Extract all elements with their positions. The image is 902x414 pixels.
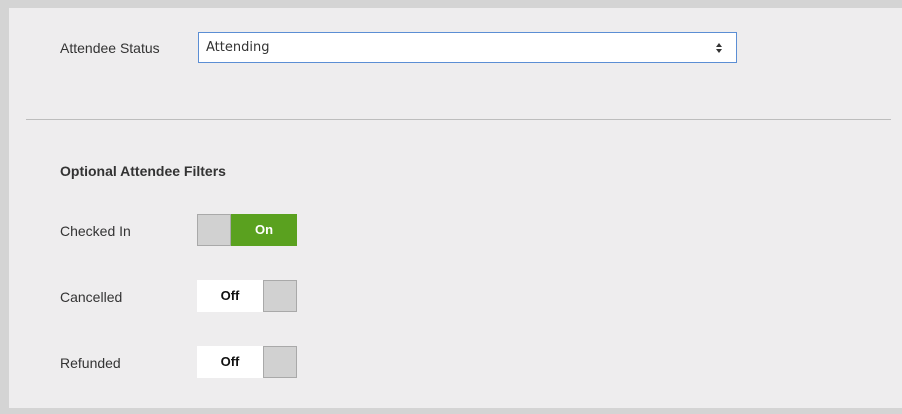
filter-row-cancelled: Cancelled Off (9, 280, 902, 314)
refunded-toggle[interactable]: Off (197, 346, 297, 378)
filter-row-refunded: Refunded Off (9, 346, 902, 380)
filter-row-checked-in: Checked In On (9, 214, 902, 248)
checked-in-label: Checked In (60, 223, 131, 239)
attendee-status-row: Attendee Status Attending (9, 8, 902, 118)
cancelled-toggle[interactable]: Off (197, 280, 297, 312)
section-divider (26, 119, 891, 120)
attendee-status-label: Attendee Status (60, 40, 160, 56)
chevron-updown-icon (716, 43, 722, 53)
toggle-knob[interactable] (263, 346, 297, 378)
optional-filters-title: Optional Attendee Filters (60, 163, 226, 179)
attendee-filter-panel: Attendee Status Attending Optional Atten… (9, 8, 902, 408)
toggle-knob[interactable] (263, 280, 297, 312)
toggle-state-text: Off (197, 346, 263, 378)
cancelled-label: Cancelled (60, 289, 123, 305)
toggle-knob[interactable] (197, 214, 231, 246)
attendee-status-select[interactable]: Attending (198, 32, 737, 63)
refunded-label: Refunded (60, 355, 121, 371)
checked-in-toggle[interactable]: On (197, 214, 297, 246)
toggle-state-text: On (231, 214, 297, 246)
attendee-status-selected-value: Attending (206, 40, 270, 55)
toggle-state-text: Off (197, 280, 263, 312)
